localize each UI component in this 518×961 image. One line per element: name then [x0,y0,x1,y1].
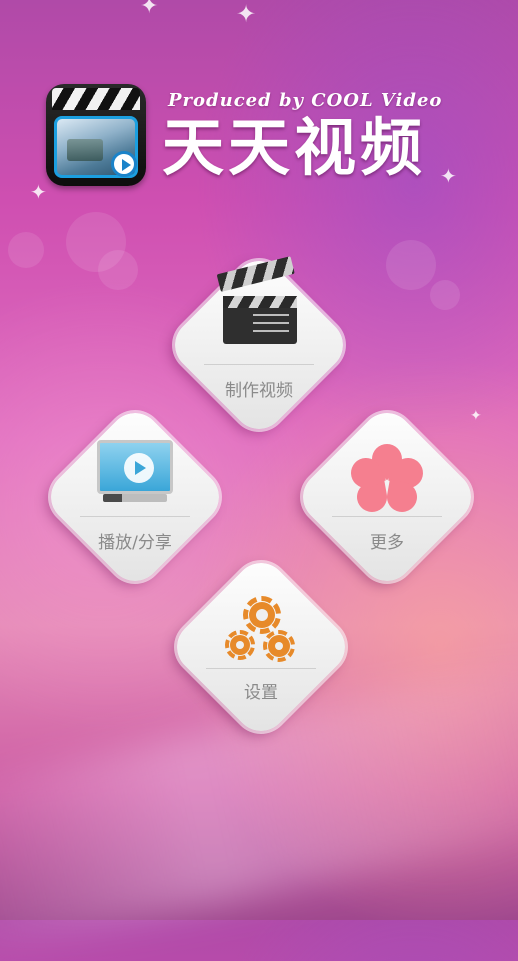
app-tagline: Produced by COOL Video [168,90,443,111]
tile-divider [332,516,442,517]
settings-button[interactable]: 设置 [166,552,356,742]
sparkle-icon: ✦ [236,0,257,28]
make-video-label: 制作视频 [225,381,293,401]
app-title: 天天视频 [162,111,427,184]
more-label: 更多 [370,533,404,553]
tile-divider [80,516,190,517]
tile-divider [206,668,316,669]
sparkle-icon: ✦ [440,164,457,188]
clapperboard-icon [216,256,301,348]
bokeh-decoration [98,250,138,290]
bokeh-decoration [8,232,44,268]
settings-label: 设置 [244,683,278,703]
sparkle-icon: ✦ [140,0,159,19]
gears-icon [225,596,297,668]
monitor-play-icon [97,440,173,504]
app-logo-icon [46,84,146,186]
bokeh-decoration [430,280,460,310]
sparkle-icon: ✦ [30,180,47,204]
bokeh-decoration [386,240,436,290]
play-share-label: 播放/分享 [98,533,172,553]
flower-icon [346,437,428,515]
tile-divider [204,364,314,365]
